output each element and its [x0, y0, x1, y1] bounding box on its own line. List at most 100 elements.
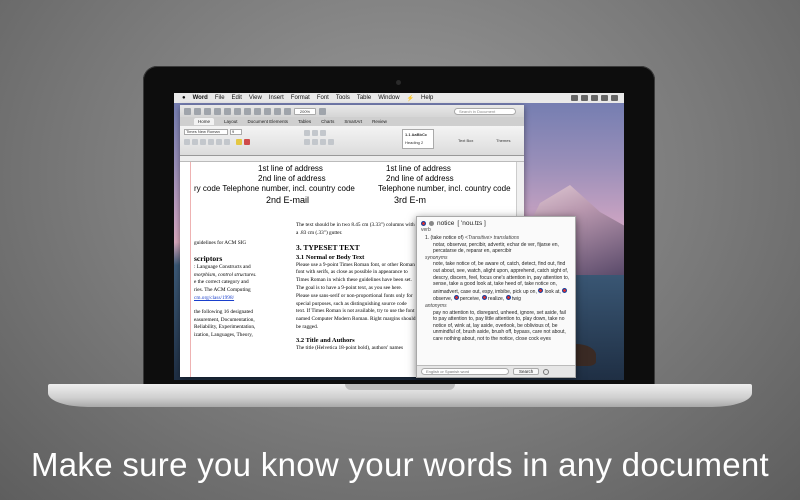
subscript-icon[interactable]: [224, 139, 230, 145]
multilevel-icon[interactable]: [320, 130, 326, 136]
dictionary-search-bar: Search: [417, 365, 575, 377]
body-line: The title (Helvetica 18-point bold), aut…: [296, 344, 404, 351]
table-icon[interactable]: [274, 107, 281, 115]
open-icon[interactable]: [194, 107, 201, 115]
section-heading: 3. TYPESET TEXT: [296, 242, 360, 252]
align-right-icon[interactable]: [320, 139, 326, 145]
bullets-icon[interactable]: [304, 130, 310, 136]
menu-table[interactable]: Table: [357, 95, 371, 101]
new-doc-icon[interactable]: [184, 107, 191, 115]
sense-tag: <Transitive>: [465, 235, 493, 241]
menu-app-name[interactable]: Word: [193, 95, 208, 101]
menu-insert[interactable]: Insert: [269, 95, 284, 101]
script-menu-icon[interactable]: ⚡: [407, 95, 414, 102]
synonym-word[interactable]: twig: [512, 296, 521, 302]
body-line: ries. The ACM Computing: [194, 287, 251, 294]
redo-icon[interactable]: [264, 107, 271, 115]
status-icon-3[interactable]: [591, 95, 598, 101]
synonym-word[interactable]: realize,: [488, 296, 504, 302]
print-icon[interactable]: [214, 107, 221, 115]
synonym-word[interactable]: observe,: [433, 296, 452, 302]
highlight-icon[interactable]: [236, 139, 242, 145]
status-icon-2[interactable]: [581, 95, 588, 101]
justify-icon[interactable]: [328, 139, 334, 145]
paste-icon[interactable]: [244, 107, 251, 115]
camera: [396, 80, 401, 85]
ribbon-tabs: Home Layout Document Elements Tables Cha…: [180, 117, 524, 126]
help-icon[interactable]: [319, 107, 326, 115]
italic-icon[interactable]: [192, 139, 198, 145]
menu-font[interactable]: Font: [317, 95, 329, 101]
search-document-field[interactable]: Search in Document: [454, 107, 516, 115]
acm-link[interactable]: cm.org/class/1998/: [194, 295, 292, 303]
status-icon-4[interactable]: [601, 95, 608, 101]
font-name-field[interactable]: Times New Roman: [184, 129, 228, 135]
laptop-notch: [345, 384, 455, 390]
body-line: the following 16 designated: [194, 308, 253, 315]
cut-icon[interactable]: [224, 107, 231, 115]
font-size-field[interactable]: 9: [230, 129, 242, 135]
body-paragraph: Please use a 9-point Times Roman font, o…: [296, 261, 416, 330]
superscript-icon[interactable]: [216, 139, 222, 145]
menu-view[interactable]: View: [249, 95, 262, 101]
styles-gallery[interactable]: 1.1 AaBbCc Heading 2: [402, 129, 434, 149]
undo-icon[interactable]: [254, 107, 261, 115]
menu-file[interactable]: File: [215, 95, 225, 101]
save-icon[interactable]: [204, 107, 211, 115]
sense-line: 1. (take notice of) <Transitive> transla…: [425, 235, 571, 242]
status-icon-1[interactable]: [571, 95, 578, 101]
menu-help[interactable]: Help: [421, 95, 433, 101]
synonym-word[interactable]: look at,: [545, 289, 561, 295]
menu-tools[interactable]: Tools: [336, 95, 350, 101]
zoom-select[interactable]: 200%: [294, 107, 316, 115]
body-line: guidelines for ACM SIG: [194, 240, 247, 246]
align-left-icon[interactable]: [304, 139, 310, 145]
sidebar-icon[interactable]: [284, 107, 291, 115]
text-box-button[interactable]: Text Box: [458, 138, 473, 143]
tab-home[interactable]: Home: [194, 118, 215, 125]
strikethrough-icon[interactable]: [208, 139, 214, 145]
email-line: 2nd E-mail: [266, 195, 310, 205]
tab-document-elements[interactable]: Document Elements: [248, 119, 289, 124]
address-line: 2nd line of address: [386, 174, 454, 183]
bold-icon[interactable]: [184, 139, 190, 145]
body-line: Reliability, Experimentation,: [194, 324, 256, 331]
body-line: easurement, Documentation,: [194, 316, 255, 323]
themes-button[interactable]: Themes: [496, 138, 510, 143]
styles-sample: 1.1 AaBbCc: [405, 132, 428, 137]
us-flag-icon: [562, 287, 568, 293]
us-flag-icon: [538, 287, 544, 293]
antonyms-text: pay no attention to, disregard, unheed, …: [433, 309, 566, 342]
tab-charts[interactable]: Charts: [321, 119, 334, 124]
copy-icon[interactable]: [234, 107, 241, 115]
ribbon-home: Times New Roman 9 1.1 AaBbCc Heading 2 T…: [180, 126, 524, 156]
dictionary-search-input[interactable]: [421, 368, 509, 375]
font-color-icon[interactable]: [244, 139, 250, 145]
menu-format[interactable]: Format: [291, 95, 310, 101]
us-flag-icon: [481, 295, 487, 301]
address-line: 2nd line of address: [258, 174, 326, 183]
us-flag-icon: [421, 221, 426, 226]
tab-review[interactable]: Review: [372, 119, 387, 124]
subsection-heading: 3.2 Title and Authors: [296, 336, 355, 344]
headword: notice: [437, 220, 455, 227]
tab-tables[interactable]: Tables: [298, 119, 311, 124]
tagline: Make sure you know your words in any doc…: [30, 446, 770, 483]
tab-layout[interactable]: Layout: [224, 119, 238, 124]
speaker-icon[interactable]: [429, 221, 434, 226]
apple-menu-icon[interactable]: ●: [182, 95, 186, 101]
laptop-screen: ● Word File Edit View Insert Format Font…: [174, 93, 624, 380]
menu-edit[interactable]: Edit: [232, 95, 242, 101]
menu-window[interactable]: Window: [378, 95, 399, 101]
gear-icon[interactable]: [543, 368, 550, 375]
underline-icon[interactable]: [200, 139, 206, 145]
align-center-icon[interactable]: [312, 139, 318, 145]
dictionary-search-button[interactable]: Search: [513, 368, 540, 375]
right-column: The text should be in two 8.45 cm (3.33"…: [296, 222, 416, 353]
left-column: guidelines for ACM SIG scriptors : Langu…: [194, 240, 292, 340]
tab-smartart[interactable]: SmartArt: [344, 119, 362, 124]
numbering-icon[interactable]: [312, 130, 318, 136]
status-icon-5[interactable]: [611, 95, 618, 101]
synonym-word[interactable]: perceive,: [460, 296, 480, 302]
email-line: 3rd E-m: [394, 195, 427, 205]
